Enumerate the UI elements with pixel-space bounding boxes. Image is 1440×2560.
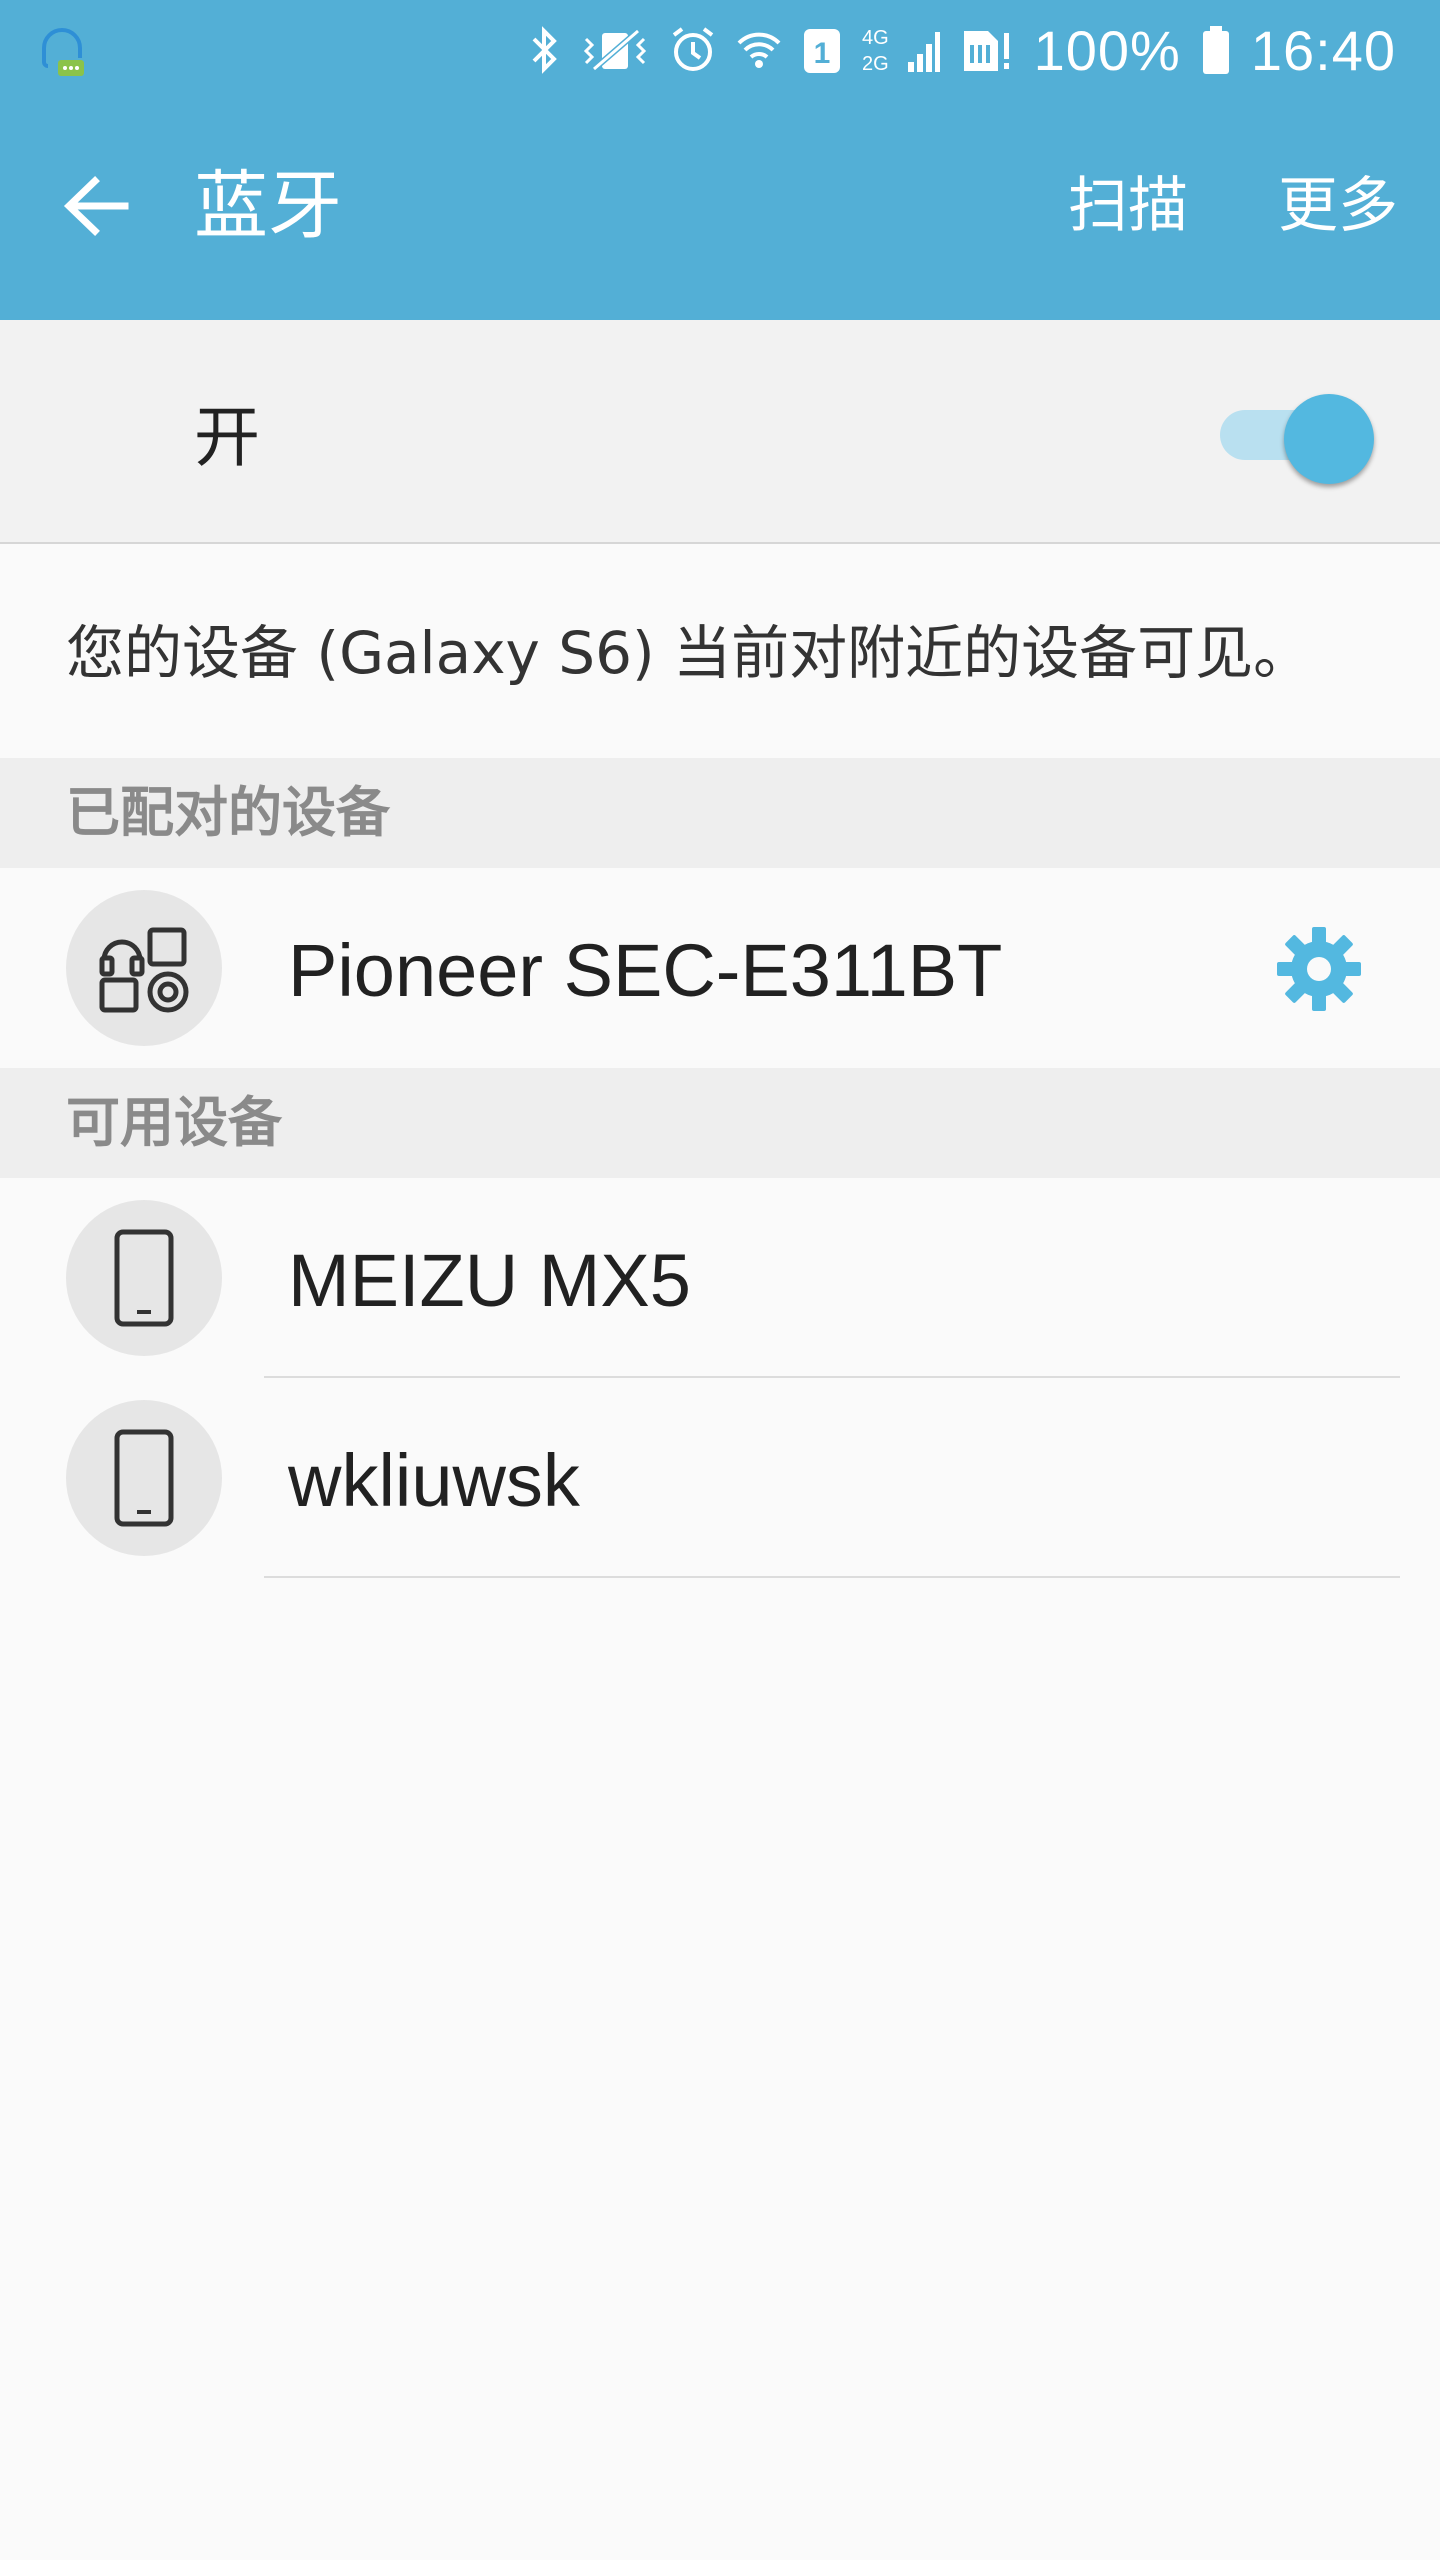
alarm-icon [670,25,716,75]
headphones-speaker-icon [66,890,222,1046]
gear-icon [1277,927,1361,1011]
bluetooth-switch-label: 开 [194,399,260,476]
paired-devices-header-label: 已配对的设备 [66,781,390,844]
available-devices-header-label: 可用设备 [66,1091,282,1154]
list-divider [264,1576,1400,1578]
bluetooth-toggle[interactable] [1220,394,1374,484]
phone-icon [66,1200,222,1356]
status-icons: 1 4G 2G 100% 16:40 [530,0,1396,100]
cellular-signal-icon: 4G 2G [862,22,940,78]
page-title: 蓝牙 [194,163,342,249]
sim-alert-icon [960,25,1014,75]
toolbar: 蓝牙 扫描 更多 [0,100,1440,320]
bluetooth-icon [530,25,560,75]
paired-device-name: Pioneer SEC-E311BT [288,929,1003,1012]
available-device-item[interactable]: wkliuwsk [0,1378,1440,1578]
battery-icon [1201,24,1231,76]
toggle-thumb [1284,394,1374,484]
bluetooth-switch-row[interactable]: 开 [0,320,1440,544]
vibrate-mute-icon [580,25,650,75]
visibility-info: 您的设备 (Galaxy S6) 当前对附近的设备可见。 [0,544,1440,758]
device-settings-button[interactable] [1274,924,1364,1014]
network-bottom-label: 2G [862,53,889,75]
wifi-icon [736,25,782,75]
app-header: 1 4G 2G 100% 16:40 蓝牙 扫描 更多 [0,0,1440,320]
available-devices-header: 可用设备 [0,1068,1440,1178]
paired-device-item[interactable]: Pioneer SEC-E311BT [0,868,1440,1068]
notification-assistant-icon [34,20,90,80]
scan-button[interactable]: 扫描 [1068,166,1188,246]
more-button[interactable]: 更多 [1278,166,1398,246]
available-device-item[interactable]: MEIZU MX5 [0,1178,1440,1378]
paired-devices-header: 已配对的设备 [0,758,1440,868]
network-top-label: 4G [862,27,889,49]
back-arrow-icon [63,176,129,236]
available-device-name: MEIZU MX5 [288,1239,691,1322]
battery-percent: 100% [1033,18,1181,82]
visibility-text: 您的设备 (Galaxy S6) 当前对附近的设备可见。 [66,619,1312,687]
phone-icon [66,1400,222,1556]
sim-slot-icon: 1 [802,25,842,75]
clock: 16:40 [1250,18,1396,82]
sim-slot-number: 1 [813,37,830,70]
back-button[interactable] [56,166,136,246]
available-device-name: wkliuwsk [288,1439,580,1522]
status-bar: 1 4G 2G 100% 16:40 [0,0,1440,100]
